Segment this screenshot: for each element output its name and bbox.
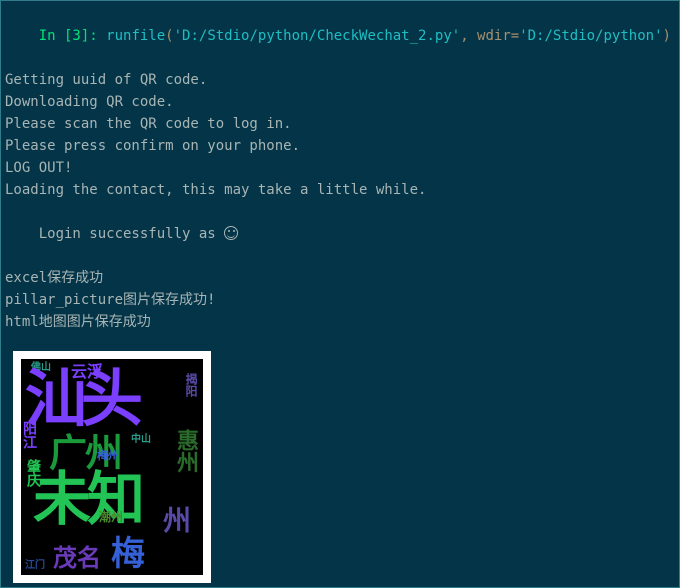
prompt-label: In [3]:	[39, 28, 106, 44]
code-paren-close: )	[663, 28, 671, 44]
stdout-line: Getting uuid of QR code.	[5, 69, 675, 91]
code-kwarg: wdir	[477, 28, 511, 44]
code-func: runfile	[106, 28, 165, 44]
wc-word: 潮州	[99, 511, 123, 523]
stdout-line: LOG OUT!	[5, 157, 675, 179]
code-paren-open: (	[165, 28, 173, 44]
stdout-line: pillar_picture图片保存成功!	[5, 289, 675, 311]
wc-word: 汕头	[25, 369, 137, 431]
code-eq: =	[511, 28, 519, 44]
code-arg1: 'D:/Stdio/python/CheckWechat_2.py'	[174, 28, 461, 44]
code-arg2: 'D:/Stdio/python'	[519, 28, 662, 44]
wordcloud-image: 佛山 云浮 揭阳 汕头 阳江 中山 广州 惠州 梅州 肇庆 未知 潮州 州 江门…	[13, 351, 211, 583]
stdout-line: Login successfully as	[5, 201, 675, 267]
wc-word: 惠州	[175, 429, 197, 473]
stdout-line: excel保存成功	[5, 267, 675, 289]
stdout-line: Loading the contact, this may take a lit…	[5, 179, 675, 201]
smile-emoji-icon	[224, 226, 238, 240]
wc-word: 江门	[25, 561, 45, 571]
stdout-line: Please press confirm on your phone.	[5, 135, 675, 157]
wc-word: 州	[163, 507, 191, 535]
wc-word: 梅	[111, 537, 145, 571]
code-sep: ,	[460, 28, 477, 44]
wc-word: 茂名	[53, 547, 101, 571]
console-output: In [3]: runfile('D:/Stdio/python/CheckWe…	[5, 3, 675, 333]
wordcloud-canvas: 佛山 云浮 揭阳 汕头 阳江 中山 广州 惠州 梅州 肇庆 未知 潮州 州 江门…	[21, 359, 203, 575]
input-line: In [3]: runfile('D:/Stdio/python/CheckWe…	[5, 3, 675, 69]
wc-word: 梅州	[97, 451, 119, 462]
stdout-line: Downloading QR code.	[5, 91, 675, 113]
wc-word: 揭阳	[185, 373, 197, 397]
wc-word: 未知	[33, 471, 141, 529]
stdout-text: Login successfully as	[39, 226, 224, 242]
stdout-line: html地图图片保存成功	[5, 311, 675, 333]
stdout-line: Please scan the QR code to log in.	[5, 113, 675, 135]
wc-word: 阳江	[23, 421, 37, 449]
wc-word: 中山	[131, 435, 151, 445]
